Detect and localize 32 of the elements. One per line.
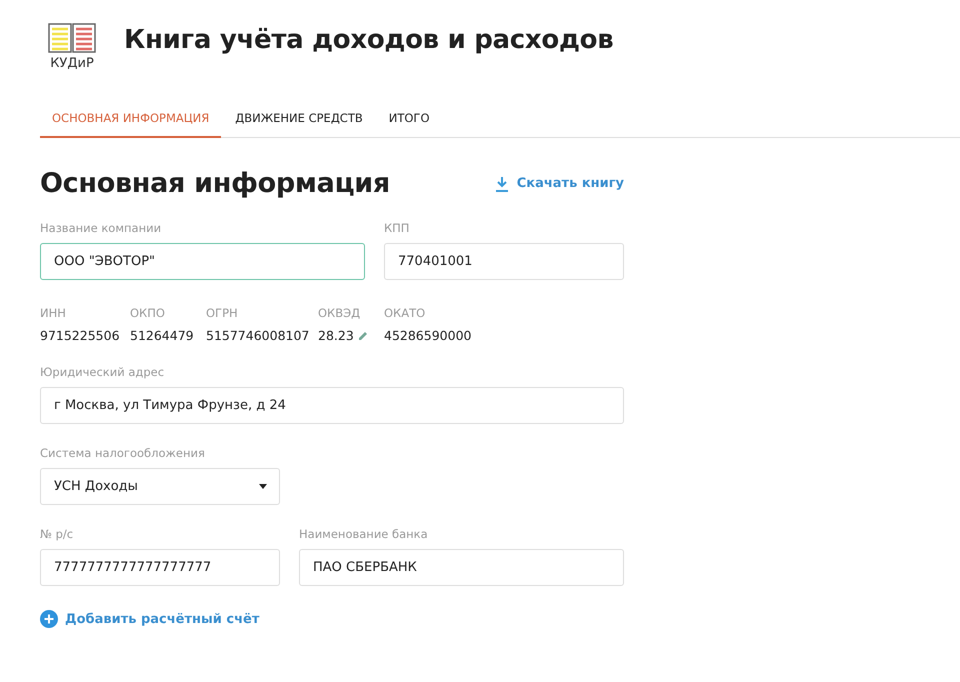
bank-name-field[interactable]: ПАО СБЕРБАНК [299,549,624,586]
code-label: ОКПО [130,306,166,320]
code-value: 9715225506 [40,328,120,343]
address-field[interactable]: г Москва, ул Тимура Фрунзе, д 24 [40,387,624,424]
code-label: ОКАТО [384,306,426,320]
download-icon [494,176,509,192]
caret-icon [259,484,267,489]
code-value: 5157746008107 [206,328,310,343]
field-label: Название компании [40,221,162,235]
logo-label: КУДиР [50,56,94,71]
field-label: Система налогообложения [40,446,206,460]
account-number-field[interactable]: 7777777777777777777 [40,549,280,586]
tax-system-dropdown[interactable]: УСН Доходы [40,468,280,505]
code-value: 45286590000 [384,328,472,343]
tab[interactable]: ИТОГО [376,101,442,138]
plus-circle-icon [40,610,58,628]
kpp-field[interactable]: 770401001 [384,243,624,280]
section-title: Основная информация [40,168,390,199]
code-label: ОГРН [206,306,239,320]
tab[interactable]: ДВИЖЕНИЕ СРЕДСТВ [223,101,375,138]
code-value: 51264479 [130,328,194,343]
field-label: № р/с [40,527,74,541]
company-name-field[interactable]: ООО "ЭВОТОР" [40,243,365,280]
field-label: Юридический адрес [40,365,166,379]
code-value: 28.23 [318,328,354,343]
field-label: Наименование банка [299,527,429,541]
code-label: ОКВЭД [318,306,362,320]
tab[interactable]: ОСНОВНАЯ ИНФОРМАЦИЯ [40,101,222,138]
field-label: КПП [384,221,410,235]
page-title: Книга учёта доходов и расходов [124,24,614,56]
code-label: ИНН [40,306,67,320]
pencil-icon[interactable] [358,330,368,340]
